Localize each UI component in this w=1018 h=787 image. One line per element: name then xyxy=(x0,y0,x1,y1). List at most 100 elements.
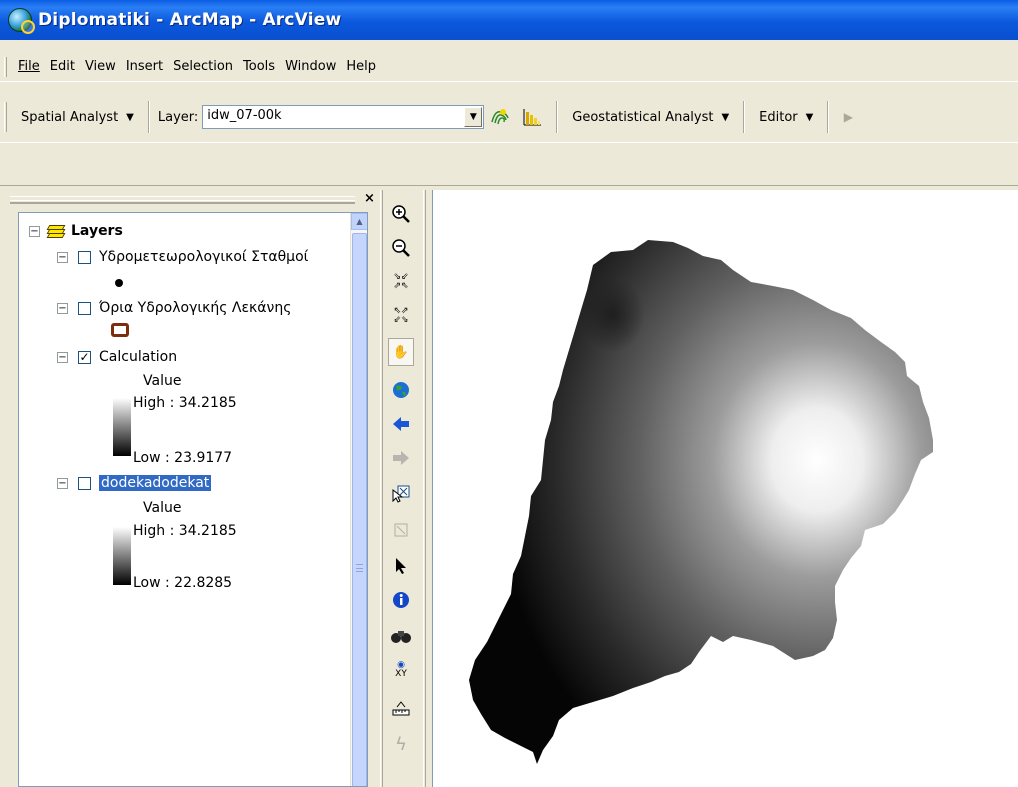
find-binoculars-icon[interactable] xyxy=(388,622,414,650)
legend-high-label: High : 34.2185 xyxy=(133,523,237,539)
toc-root-label: Layers xyxy=(71,223,123,239)
idw-raster-map xyxy=(469,240,933,764)
tools-toolbar: ⇘⇙ ⇗⇖ ⇖⇗ ⇙⇘ ✋ ◉ XY ϟ xyxy=(378,190,428,787)
analyst-toolbar: Spatial Analyst ▼ Layer: idw_07-00k ▼ Ge… xyxy=(0,94,1018,140)
collapse-icon[interactable]: − xyxy=(57,477,68,489)
menu-edit-label: Edit xyxy=(49,59,75,74)
menu-file[interactable]: File xyxy=(13,59,45,74)
menu-grip[interactable] xyxy=(4,56,7,77)
collapse-icon[interactable]: − xyxy=(57,302,68,314)
layer-visibility-checkbox[interactable]: ✓ xyxy=(78,350,91,364)
toolbar-separator xyxy=(147,101,150,133)
collapse-icon[interactable]: − xyxy=(57,351,68,363)
legend-value-label: Value xyxy=(143,500,182,516)
legend-low: Low : 23.9177 xyxy=(133,450,232,466)
menu-view[interactable]: View xyxy=(80,59,121,74)
fixed-zoom-out-icon[interactable]: ⇖⇗ ⇙⇘ xyxy=(388,302,414,330)
thumb-grip xyxy=(356,564,363,572)
select-features-icon[interactable] xyxy=(388,480,414,508)
hyperlink-bolt-icon[interactable]: ϟ xyxy=(388,730,414,758)
toc-root-row[interactable]: − Layers xyxy=(29,223,123,239)
go-to-xy-icon[interactable]: ◉ XY xyxy=(388,656,414,684)
layer-name: Υδρομετεωρολογικοί Σταθμοί xyxy=(99,249,309,265)
layer-name: Όρια Υδρολογικής Λεκάνης xyxy=(99,300,292,316)
forward-arrow-icon[interactable] xyxy=(388,444,414,472)
toolbar-separator xyxy=(556,101,559,133)
select-pointer-icon[interactable] xyxy=(388,552,414,580)
legend-title: Value xyxy=(143,500,181,516)
geostatistical-analyst-dropdown[interactable]: Geostatistical Analyst ▼ xyxy=(566,110,735,125)
dropdown-arrow-icon: ▼ xyxy=(805,111,814,123)
zoom-in-icon[interactable] xyxy=(388,200,414,228)
fixed-zoom-in-icon[interactable]: ⇘⇙ ⇗⇖ xyxy=(388,268,414,296)
editor-label: Editor xyxy=(759,109,798,125)
pan-hand-icon[interactable]: ✋ xyxy=(388,338,414,366)
legend-low: Low : 22.8285 xyxy=(133,575,232,591)
arcmap-globe-icon xyxy=(8,8,35,34)
legend-low-label: Low : 23.9177 xyxy=(133,450,233,466)
toolbar-edge xyxy=(423,190,426,787)
toc-layer-row[interactable]: − Όρια Υδρολογικής Λεκάνης xyxy=(57,300,291,316)
layer-visibility-checkbox[interactable] xyxy=(78,476,91,490)
full-extent-globe-icon[interactable] xyxy=(388,376,414,404)
menu-file-label: File xyxy=(18,59,40,74)
spatial-analyst-label: Spatial Analyst xyxy=(21,109,119,125)
layer-name: Calculation xyxy=(99,349,178,365)
polygon-symbol-icon xyxy=(111,323,129,337)
back-arrow-icon[interactable] xyxy=(388,410,414,438)
geostatistical-analyst-label: Geostatistical Analyst xyxy=(572,109,714,125)
clear-selection-icon[interactable] xyxy=(388,516,414,544)
legend-title: Value xyxy=(143,373,181,389)
title-bar: Diplomatiki - ArcMap - ArcView xyxy=(0,0,1018,40)
map-display[interactable] xyxy=(432,190,1018,787)
menu-view-label: View xyxy=(84,59,116,74)
edit-tool-icon[interactable]: ▶ xyxy=(837,106,859,128)
toolbar-separator xyxy=(743,101,746,133)
menu-selection[interactable]: Selection xyxy=(168,59,238,74)
collapse-icon[interactable]: − xyxy=(57,251,68,263)
menu-help[interactable]: Help xyxy=(341,59,381,74)
measure-icon[interactable] xyxy=(388,694,414,722)
menu-tools[interactable]: Tools xyxy=(238,59,280,74)
toc-scrollbar[interactable]: ▲ xyxy=(350,213,367,786)
layer-select-arrow-icon[interactable]: ▼ xyxy=(464,107,483,127)
legend-symbol-point xyxy=(115,279,123,287)
menu-bar: File Edit View Insert Selection Tools Wi… xyxy=(0,52,1018,82)
toolbar-grip[interactable] xyxy=(4,102,7,132)
menu-edit[interactable]: Edit xyxy=(45,59,80,74)
menu-window[interactable]: Window xyxy=(280,59,341,74)
empty-toolbar-row xyxy=(0,142,1018,186)
spatial-analyst-dropdown[interactable]: Spatial Analyst ▼ xyxy=(15,110,140,125)
menu-help-label: Help xyxy=(346,59,376,74)
menu-window-label: Window xyxy=(285,59,337,74)
legend-high-label: High : 34.2185 xyxy=(133,395,237,411)
close-icon[interactable]: × xyxy=(364,191,375,206)
identify-icon[interactable] xyxy=(388,586,414,614)
menu-insert[interactable]: Insert xyxy=(121,59,168,74)
toc-layer-row[interactable]: − Υδρομετεωρολογικοί Σταθμοί xyxy=(57,249,308,265)
dropdown-arrow-icon: ▼ xyxy=(126,111,134,123)
scroll-thumb[interactable] xyxy=(352,233,367,786)
menu-selection-label: Selection xyxy=(173,59,234,74)
window-title: Diplomatiki - ArcMap - ArcView xyxy=(38,10,342,30)
xy-text-icon: XY xyxy=(395,669,407,679)
layer-select[interactable]: idw_07-00k ▼ xyxy=(202,105,485,129)
legend-symbol-polygon xyxy=(111,323,129,337)
layer-name-selected: dodekadodekat xyxy=(99,475,212,491)
layer-visibility-checkbox[interactable] xyxy=(78,301,91,315)
legend-low-label: Low : 22.8285 xyxy=(133,575,233,591)
histogram-icon[interactable] xyxy=(519,104,545,130)
toc-layer-row[interactable]: − ✓ Calculation xyxy=(57,349,177,365)
editor-dropdown[interactable]: Editor ▼ xyxy=(753,110,819,125)
scroll-up-icon[interactable]: ▲ xyxy=(351,213,367,230)
layer-select-value: idw_07-00k xyxy=(207,108,282,123)
layers-icon xyxy=(46,223,66,239)
collapse-icon[interactable]: − xyxy=(29,225,40,237)
contour-icon[interactable] xyxy=(487,104,513,130)
toc-layer-row[interactable]: − dodekadodekat xyxy=(57,475,212,491)
zoom-out-icon[interactable] xyxy=(388,234,414,262)
toc-grip[interactable] xyxy=(10,196,355,204)
legend-value-label: Value xyxy=(143,373,182,389)
table-of-contents: − Layers − Υδρομετεωρολογικοί Σταθμοί − … xyxy=(18,212,368,787)
layer-visibility-checkbox[interactable] xyxy=(78,250,91,264)
